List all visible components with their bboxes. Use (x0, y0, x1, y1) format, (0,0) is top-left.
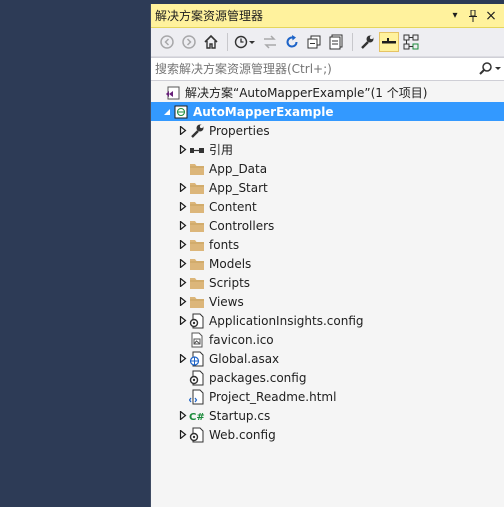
expand-arrow-icon[interactable] (177, 273, 189, 292)
expand-arrow-icon[interactable] (177, 254, 189, 273)
solution-label: 解决方案“AutoMapperExample”(1 个项目) (185, 86, 428, 100)
forward-icon[interactable] (179, 32, 199, 52)
search-input[interactable] (151, 62, 475, 76)
folder-icon (189, 218, 205, 234)
folder-icon (189, 275, 205, 291)
expand-arrow-icon[interactable] (177, 406, 189, 425)
window-position-dropdown-icon[interactable]: ▾ (447, 8, 463, 24)
tree-item[interactable]: Models (151, 254, 504, 273)
tree-item[interactable]: App_Start (151, 178, 504, 197)
solution-node[interactable]: 解决方案“AutoMapperExample”(1 个项目) (151, 83, 504, 102)
expand-arrow-icon[interactable] (177, 197, 189, 216)
tree-item-label: Project_Readme.html (209, 389, 337, 404)
tree-item[interactable]: ApplicationInsights.config (151, 311, 504, 330)
tree-item[interactable]: Scripts (151, 273, 504, 292)
project-label: AutoMapperExample (193, 104, 334, 119)
globe-file-icon (189, 351, 205, 367)
class-view-icon[interactable] (401, 32, 421, 52)
toolbar-separator (352, 33, 353, 51)
tree-item[interactable]: Content (151, 197, 504, 216)
tree-item[interactable]: C# Startup.cs (151, 406, 504, 425)
tree-item-label: App_Data (209, 161, 268, 176)
tree-item[interactable]: Properties (151, 121, 504, 140)
expand-arrow-icon[interactable] (177, 349, 189, 368)
config-icon (189, 313, 205, 329)
tree-item-label: Controllers (209, 218, 275, 233)
show-all-files-icon[interactable] (326, 32, 346, 52)
expand-arrow-icon[interactable] (177, 216, 189, 235)
folder-icon (189, 294, 205, 310)
tree-item-label: packages.config (209, 370, 307, 385)
tree-item-label: Views (209, 294, 244, 309)
tree-item-label: Content (209, 199, 257, 214)
html-file-icon (189, 389, 205, 405)
tree-item[interactable]: 引用 (151, 140, 504, 159)
back-icon[interactable] (157, 32, 177, 52)
expand-arrow-icon[interactable] (177, 311, 189, 330)
tree-item[interactable]: packages.config (151, 368, 504, 387)
tree-item[interactable]: Global.asax (151, 349, 504, 368)
explorer-toolbar (151, 28, 504, 57)
folder-icon (189, 199, 205, 215)
collapse-all-icon[interactable] (304, 32, 324, 52)
history-icon[interactable] (232, 32, 258, 52)
panel-title: 解决方案资源管理器 (155, 9, 264, 23)
tree-item[interactable]: Project_Readme.html (151, 387, 504, 406)
expand-arrow-icon[interactable] (177, 292, 189, 311)
tree-item-label: Properties (209, 123, 270, 138)
folder-icon (189, 256, 205, 272)
tree-item[interactable]: Views (151, 292, 504, 311)
tree-item[interactable]: Web.config (151, 425, 504, 444)
solution-explorer-panel: 解决方案资源管理器 ▾ × 搜索解决方案资源管理器(Ctrl+;) 解决方案“A… (150, 4, 504, 507)
expand-arrow-icon[interactable] (177, 425, 189, 444)
folder-icon (189, 161, 205, 177)
tree-item-label: App_Start (209, 180, 268, 195)
solution-icon (165, 85, 181, 101)
expand-arrow-icon[interactable] (177, 121, 189, 140)
preview-selected-items-icon[interactable] (379, 32, 399, 52)
tree-item-label: Global.asax (209, 351, 280, 366)
tree-item[interactable]: Controllers (151, 216, 504, 235)
wrench-icon (189, 123, 205, 139)
expand-arrow-icon[interactable] (177, 235, 189, 254)
project-node[interactable]: AutoMapperExample (151, 102, 504, 121)
close-icon[interactable]: × (483, 8, 499, 24)
tree-item-label: Models (209, 256, 252, 271)
tree-item[interactable]: fonts (151, 235, 504, 254)
web-project-icon (173, 104, 189, 120)
panel-titlebar: 解决方案资源管理器 ▾ × (151, 4, 504, 28)
refresh-icon[interactable] (282, 32, 302, 52)
csharp-file-icon: C# (189, 408, 205, 424)
tree-item-label: favicon.ico (209, 332, 274, 347)
home-icon[interactable] (201, 32, 221, 52)
search-box (151, 57, 504, 81)
tree-item-label: ApplicationInsights.config (209, 313, 364, 328)
properties-icon[interactable] (357, 32, 377, 52)
references-icon (189, 142, 205, 158)
config-icon (189, 370, 205, 386)
expand-arrow-icon[interactable] (177, 178, 189, 197)
tree-item[interactable]: App_Data (151, 159, 504, 178)
toolbar-separator (227, 33, 228, 51)
editor-background (0, 0, 150, 507)
config-icon (189, 427, 205, 443)
tree-item[interactable]: favicon.ico (151, 330, 504, 349)
tree-item-label: Startup.cs (209, 408, 271, 423)
collapse-arrow-icon[interactable] (161, 102, 173, 121)
image-file-icon (189, 332, 205, 348)
pin-icon[interactable] (465, 8, 481, 24)
folder-icon (189, 237, 205, 253)
tree-item-label: Scripts (209, 275, 251, 290)
tree-item-label: fonts (209, 237, 240, 252)
tree-item-label: Web.config (209, 427, 276, 442)
svg-text:C#: C# (189, 412, 205, 423)
expand-arrow-icon[interactable] (177, 140, 189, 159)
solution-tree: 解决方案“AutoMapperExample”(1 个项目) AutoMappe… (151, 81, 504, 444)
sync-icon[interactable] (260, 32, 280, 52)
folder-icon (189, 180, 205, 196)
tree-item-label: 引用 (209, 143, 234, 157)
search-icon[interactable] (475, 62, 504, 76)
